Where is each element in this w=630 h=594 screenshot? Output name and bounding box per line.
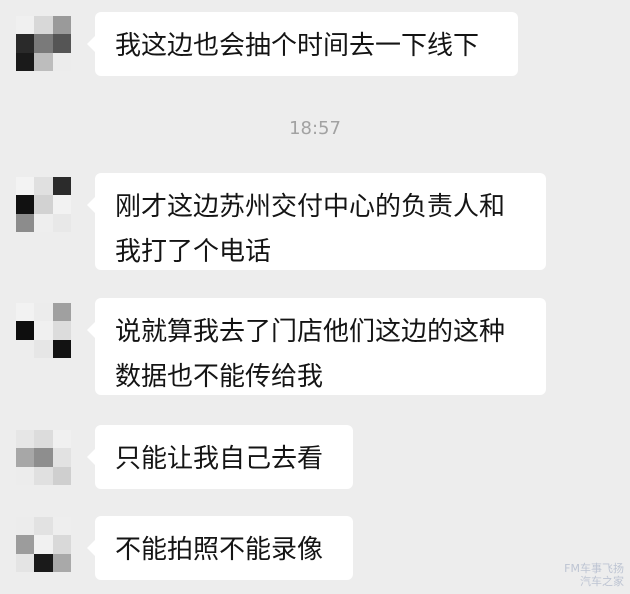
watermark: FM车事飞扬 汽车之家: [564, 562, 624, 588]
message-bubble[interactable]: 我这边也会抽个时间去一下线下: [87, 12, 518, 76]
watermark-line: 汽车之家: [580, 575, 624, 588]
contact-avatar[interactable]: [16, 177, 71, 232]
contact-avatar[interactable]: [16, 303, 71, 358]
message-bubble[interactable]: 不能拍照不能录像: [87, 516, 353, 580]
watermark-line: FM车事飞扬: [564, 562, 624, 575]
contact-avatar[interactable]: [16, 517, 71, 572]
contact-avatar[interactable]: [16, 430, 71, 485]
contact-avatar[interactable]: [16, 16, 71, 71]
message-bubble[interactable]: 刚才这边苏州交付中心的负责人和 我打了个电话: [87, 173, 546, 270]
message-bubble[interactable]: 只能让我自己去看: [87, 425, 353, 489]
message-timestamp: 18:57: [289, 118, 341, 139]
message-bubble[interactable]: 说就算我去了门店他们这边的这种 数据也不能传给我: [87, 298, 546, 395]
